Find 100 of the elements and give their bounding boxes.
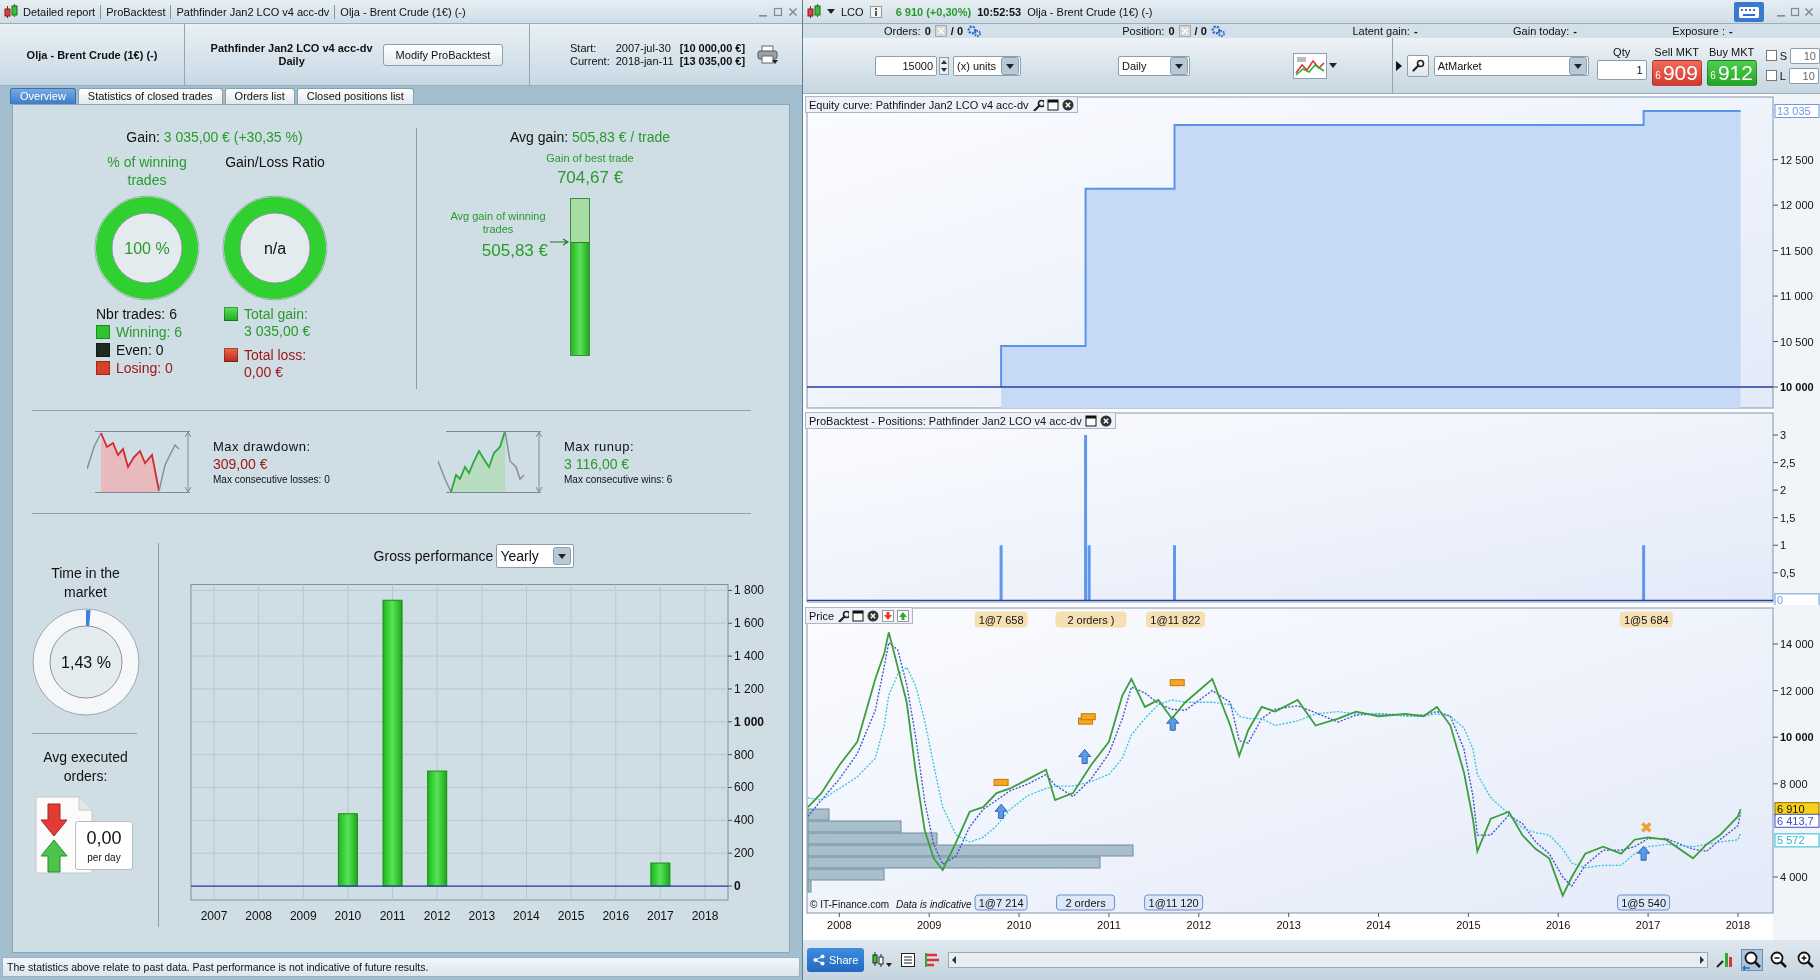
spinner-icon[interactable] [939,56,949,75]
period-dropdown[interactable]: Daily [1118,55,1190,76]
legend-label: Winning: 6 [116,324,183,340]
zoom-fit-icon[interactable] [1742,950,1762,970]
axis-label: 11 500 [1780,244,1813,257]
axis-label: 14 000 [1780,638,1814,650]
share-button[interactable]: Share [807,948,865,972]
info-icon[interactable] [869,5,882,18]
checkbox[interactable] [1765,50,1777,61]
limit-field[interactable]: 10 [1788,67,1819,84]
ring-title: Gain/Loss Ratio [225,153,325,172]
axis-label: 10 500 [1780,335,1814,348]
arrow-up-icon[interactable] [897,609,910,622]
quantity-field[interactable]: 15000 [875,55,937,76]
arrow-right-icon[interactable] [1697,954,1707,966]
order-type-dropdown[interactable]: AtMarket [1433,55,1589,76]
period-dropdown[interactable]: Yearly [496,544,575,568]
checkbox-label: L [1779,69,1786,82]
axis-label: 2015 [557,909,585,923]
axis-label: 1,5 [1780,511,1796,524]
tab[interactable]: Statistics of closed trades [77,88,223,104]
window-icon[interactable] [1046,98,1059,111]
axis-label: 2009 [289,909,317,923]
value-tag: 0 [1774,593,1820,605]
keyboard-icon [1738,4,1760,19]
tab[interactable]: Closed positions list [296,88,414,104]
stat-note: Max consecutive wins: 6 [564,474,673,485]
axis-label: 10 000 [1780,731,1814,744]
modify-button[interactable]: Modify ProBacktest [382,43,504,66]
axis-label: 2009 [916,919,942,931]
window-title: Pathfinder Jan2 LCO v4 acc-dv [170,4,335,19]
close-icon[interactable] [867,609,880,622]
value-tag: 13 035 [1774,104,1820,118]
time-label: 10:52:53 [977,5,1022,18]
zoom-out-icon[interactable] [1769,950,1789,970]
axis-label: 0 [734,879,741,894]
caret-icon[interactable] [827,8,835,15]
bars-icon[interactable] [923,952,942,968]
chart-style-icon[interactable] [1293,52,1327,79]
arrow-up-icon [1637,845,1651,861]
stat-value: 0 [1168,25,1175,37]
stat-label: Exposure : [1672,25,1725,37]
checkbox-label: S [1779,49,1787,62]
axis-label: 11 000 [1780,290,1813,303]
axis-label: 2013 [468,909,496,923]
expand-icon[interactable] [1395,60,1402,71]
avg-winning-label: Avg gain of winning trades [449,210,547,236]
copyright-text: © IT-Finance.com [810,899,890,910]
last-price: 6 910 (+0,30%) [895,5,972,18]
stat-label: Orders: [883,25,921,37]
caret-icon[interactable] [1329,62,1337,69]
candlestick-icon [4,4,18,19]
cross-icon [1640,821,1653,834]
panel-title: Equity curve: Pathfinder Jan2 LCO v4 acc-dv [809,98,1029,111]
close-icon[interactable] [1061,98,1074,111]
settings-button[interactable] [1406,54,1429,77]
sell-button[interactable]: 6 909 [1651,59,1702,86]
printer-icon[interactable] [757,44,780,65]
gears-icon[interactable] [1210,25,1226,37]
avg-gain-summary: Avg gain: 505,83 € / trade [509,129,671,147]
window-title: Olja - Brent Crude (1€) (-) [334,4,471,19]
tab[interactable]: Orders list [224,88,295,104]
chart-tools-icon[interactable] [1715,951,1735,969]
maximize-icon[interactable] [773,5,783,18]
best-trade-label: Gain of best trade [546,152,634,165]
avg-winning-value: 505,83 € [481,241,548,261]
caret-icon [553,547,572,565]
scrollbar[interactable] [948,952,1708,968]
maximize-icon[interactable] [1790,5,1800,18]
order-label: 1@5 684 [1619,611,1673,628]
orders-label: Avg executed orders: [42,748,129,786]
gears-icon[interactable] [967,25,982,37]
list-icon[interactable] [900,952,917,968]
window-title: Detailed report [22,4,97,19]
value-tag: 5 572 [1774,833,1820,848]
units-dropdown[interactable]: (x) units [953,55,1021,76]
zoom-in-icon[interactable] [1796,950,1816,970]
checkbox[interactable] [1765,70,1777,81]
order-icon [993,778,1009,786]
qty-field[interactable]: 1 [1596,59,1647,80]
keyboard-button[interactable] [1734,1,1764,22]
total-gain-label: Total gain: [244,306,308,322]
axis-label: 2018 [1725,919,1751,931]
window-icon[interactable] [1084,414,1097,427]
axis-label: 2014 [513,909,540,923]
stat-label: Gain today: [1513,25,1570,37]
axis-label: 10 000 [1780,381,1814,393]
order-label: 1@11 120 [1144,894,1204,911]
arrow-down-icon[interactable] [882,609,895,622]
strategy-name: Pathfinder Jan2 LCO v4 acc-dv [210,41,373,55]
window-icon[interactable] [852,609,865,622]
price-digits: 909 [1662,60,1698,84]
limit-field[interactable]: 10 [1790,47,1820,64]
arrow-up-icon [1166,715,1180,731]
close-icon[interactable] [1099,414,1112,427]
candlestick-icon[interactable] [871,951,894,969]
axis-label: 4 000 [1780,871,1808,883]
caret-icon [1568,56,1587,75]
bar [650,862,671,887]
total-gain-value: 3 035,00 € [243,323,312,341]
